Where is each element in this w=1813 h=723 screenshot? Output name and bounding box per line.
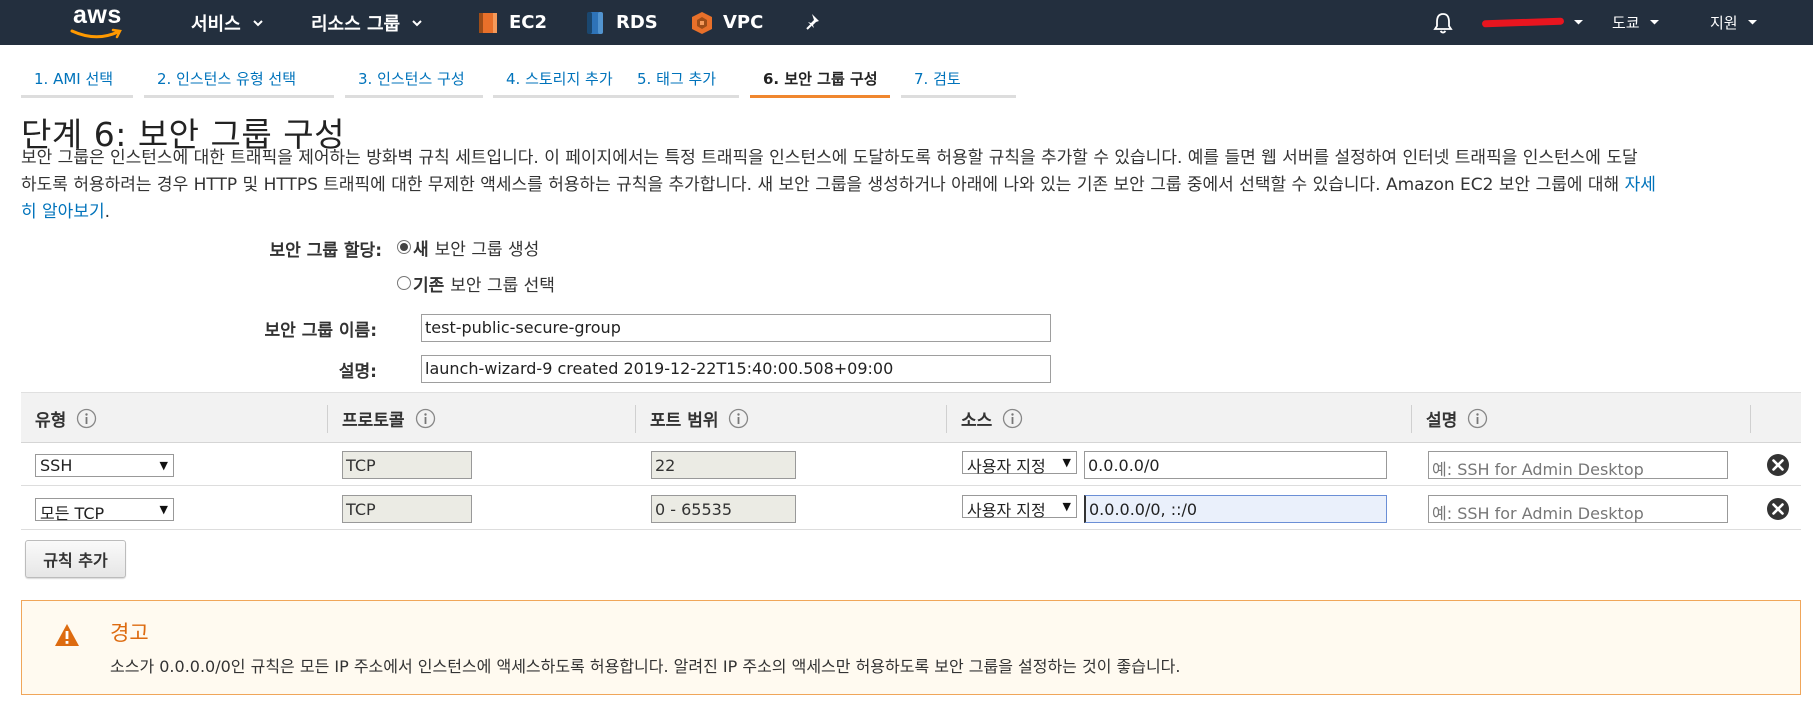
bell-icon[interactable] (1432, 11, 1454, 35)
security-group-name-input[interactable]: test-public-secure-group (421, 314, 1051, 342)
resource-groups-label: 리소스 그룹 (311, 13, 401, 35)
security-group-name-label: 보안 그룹 이름: (264, 321, 377, 341)
port-range-field: 0 - 65535 (651, 495, 796, 523)
protocol-field: TCP (342, 495, 472, 523)
radio-existing-label: 보안 그룹 선택 (450, 275, 555, 296)
learn-more-link-part2[interactable]: 히 알아보기 (21, 202, 105, 222)
warning-text: 소스가 0.0.0.0/0인 규칙은 모든 IP 주소에서 인스턴스에 액세스하… (110, 657, 1181, 676)
step-add-tags[interactable]: 5. 태그 추가 (624, 62, 739, 98)
warning-box: 경고 소스가 0.0.0.0/0인 규칙은 모든 IP 주소에서 인스턴스에 액… (21, 600, 1801, 695)
chevron-down-icon (1649, 20, 1659, 25)
shortcut-vpc-label: VPC (723, 12, 764, 33)
assign-security-group-label: 보안 그룹 할당: (269, 241, 382, 261)
page-description: 보안 그룹은 인스턴스에 대한 트래픽을 제어하는 방화벽 규칙 세트입니다. … (21, 145, 1801, 226)
radio-create-new[interactable]: 새 보안 그룹 생성 (397, 235, 540, 260)
add-rule-button[interactable]: 규칙 추가 (25, 540, 126, 578)
step-instance-type[interactable]: 2. 인스턴스 유형 선택 (144, 62, 334, 98)
step-security-group[interactable]: 6. 보안 그룹 구성 (750, 62, 890, 98)
redacted-account-name (1481, 17, 1565, 28)
pin-icon[interactable] (803, 11, 825, 33)
source-cidr-input[interactable]: 0.0.0.0/0, ::/0 (1084, 495, 1387, 523)
type-select[interactable]: SSH ▼ (35, 454, 174, 477)
aws-logo[interactable]: aws (70, 1, 130, 42)
header-separator (1750, 405, 1751, 433)
chevron-down-icon (1574, 20, 1583, 25)
shortcut-ec2[interactable]: EC2 (477, 0, 547, 45)
support-label: 지원 (1710, 14, 1738, 32)
chevron-down-icon (252, 19, 263, 26)
chevron-down-icon (412, 19, 422, 26)
ec2-icon (479, 12, 497, 33)
remove-rule-icon[interactable] (1766, 453, 1790, 477)
top-navigation-bar: aws 서비스 리소스 그룹 EC2 RDS VPC 도쿄 지원 (0, 0, 1813, 45)
rule-description-input[interactable]: 예: SSH for Admin Desktop (1428, 495, 1728, 523)
type-select[interactable]: 모든 TCP ▼ (35, 498, 174, 523)
header-protocol: 프로토콜 (328, 393, 436, 444)
step-configure-instance[interactable]: 3. 인스턴스 구성 (345, 62, 483, 98)
vpc-icon (692, 11, 712, 34)
description-input[interactable]: launch-wizard-9 created 2019-12-22T15:40… (421, 355, 1051, 383)
shortcut-rds-label: RDS (616, 12, 658, 33)
services-menu[interactable]: 서비스 (191, 0, 265, 45)
remove-rule-icon[interactable] (1766, 497, 1790, 521)
warning-title: 경고 (110, 621, 149, 645)
table-header: 유형 프로토콜 포트 범위 소스 설명 (21, 392, 1801, 443)
radio-button-selected[interactable] (397, 240, 411, 254)
source-type-select[interactable]: 사용자 지정 ▼ (962, 495, 1077, 520)
rds-icon (587, 11, 603, 34)
radio-existing-bold: 기존 (413, 275, 445, 296)
learn-more-period: . (104, 202, 111, 222)
region-menu[interactable]: 도쿄 (1612, 0, 1660, 45)
support-menu[interactable]: 지원 (1710, 0, 1758, 45)
dropdown-arrow-icon: ▼ (159, 459, 168, 472)
table-row: SSH ▼ TCP 22 사용자 지정 ▼ 0.0.0.0/0 예: SSH for… (21, 443, 1801, 486)
shortcut-vpc[interactable]: VPC (691, 0, 763, 45)
step-add-storage[interactable]: 4. 스토리지 추가 (493, 62, 633, 98)
shortcut-rds[interactable]: RDS (584, 0, 658, 45)
description-line-2: 하도록 허용하려는 경우 HTTP 및 HTTPS 트래픽에 대한 무제한 액세… (21, 175, 1620, 195)
protocol-field: TCP (342, 451, 472, 479)
info-icon[interactable] (76, 408, 97, 429)
header-source: 소스 (947, 393, 1023, 444)
info-icon[interactable] (1467, 408, 1488, 429)
dropdown-arrow-icon: ▼ (1062, 500, 1071, 513)
step-review[interactable]: 7. 검토 (901, 62, 1016, 98)
radio-new-label: 보안 그룹 생성 (434, 239, 540, 260)
radio-select-existing[interactable]: 기존 보안 그룹 선택 (397, 271, 555, 296)
services-label: 서비스 (191, 13, 241, 35)
warning-icon (55, 624, 79, 646)
radio-new-bold: 새 (413, 239, 429, 260)
account-menu[interactable] (1481, 0, 1584, 45)
aws-smile-icon (70, 28, 122, 39)
radio-button[interactable] (397, 276, 411, 290)
resource-groups-menu[interactable]: 리소스 그룹 (311, 0, 424, 45)
info-icon[interactable] (415, 408, 436, 429)
header-port-range: 포트 범위 (636, 393, 749, 444)
description-label: 설명: (338, 362, 377, 382)
port-range-field: 22 (651, 451, 796, 479)
region-label: 도쿄 (1612, 14, 1640, 32)
header-type: 유형 (21, 393, 97, 444)
step-ami[interactable]: 1. AMI 선택 (21, 62, 133, 98)
info-icon[interactable] (1002, 408, 1023, 429)
chevron-down-icon (1747, 20, 1757, 25)
source-type-select[interactable]: 사용자 지정 ▼ (962, 451, 1077, 476)
rule-description-input[interactable]: 예: SSH for Admin Desktop (1428, 451, 1728, 479)
source-cidr-input[interactable]: 0.0.0.0/0 (1084, 451, 1387, 479)
shortcut-ec2-label: EC2 (509, 12, 548, 33)
learn-more-link-part1[interactable]: 자세 (1625, 175, 1656, 195)
dropdown-arrow-icon: ▼ (1062, 456, 1071, 469)
info-icon[interactable] (728, 408, 749, 429)
header-description: 설명 (1412, 393, 1488, 444)
aws-logo-text: aws (73, 1, 122, 29)
table-row: 모든 TCP ▼ TCP 0 - 65535 사용자 지정 ▼ 0.0.0.0/0,… (21, 487, 1801, 530)
description-line-1: 보안 그룹은 인스턴스에 대한 트래픽을 제어하는 방화벽 규칙 세트입니다. … (21, 148, 1638, 168)
dropdown-arrow-icon: ▼ (159, 503, 168, 516)
